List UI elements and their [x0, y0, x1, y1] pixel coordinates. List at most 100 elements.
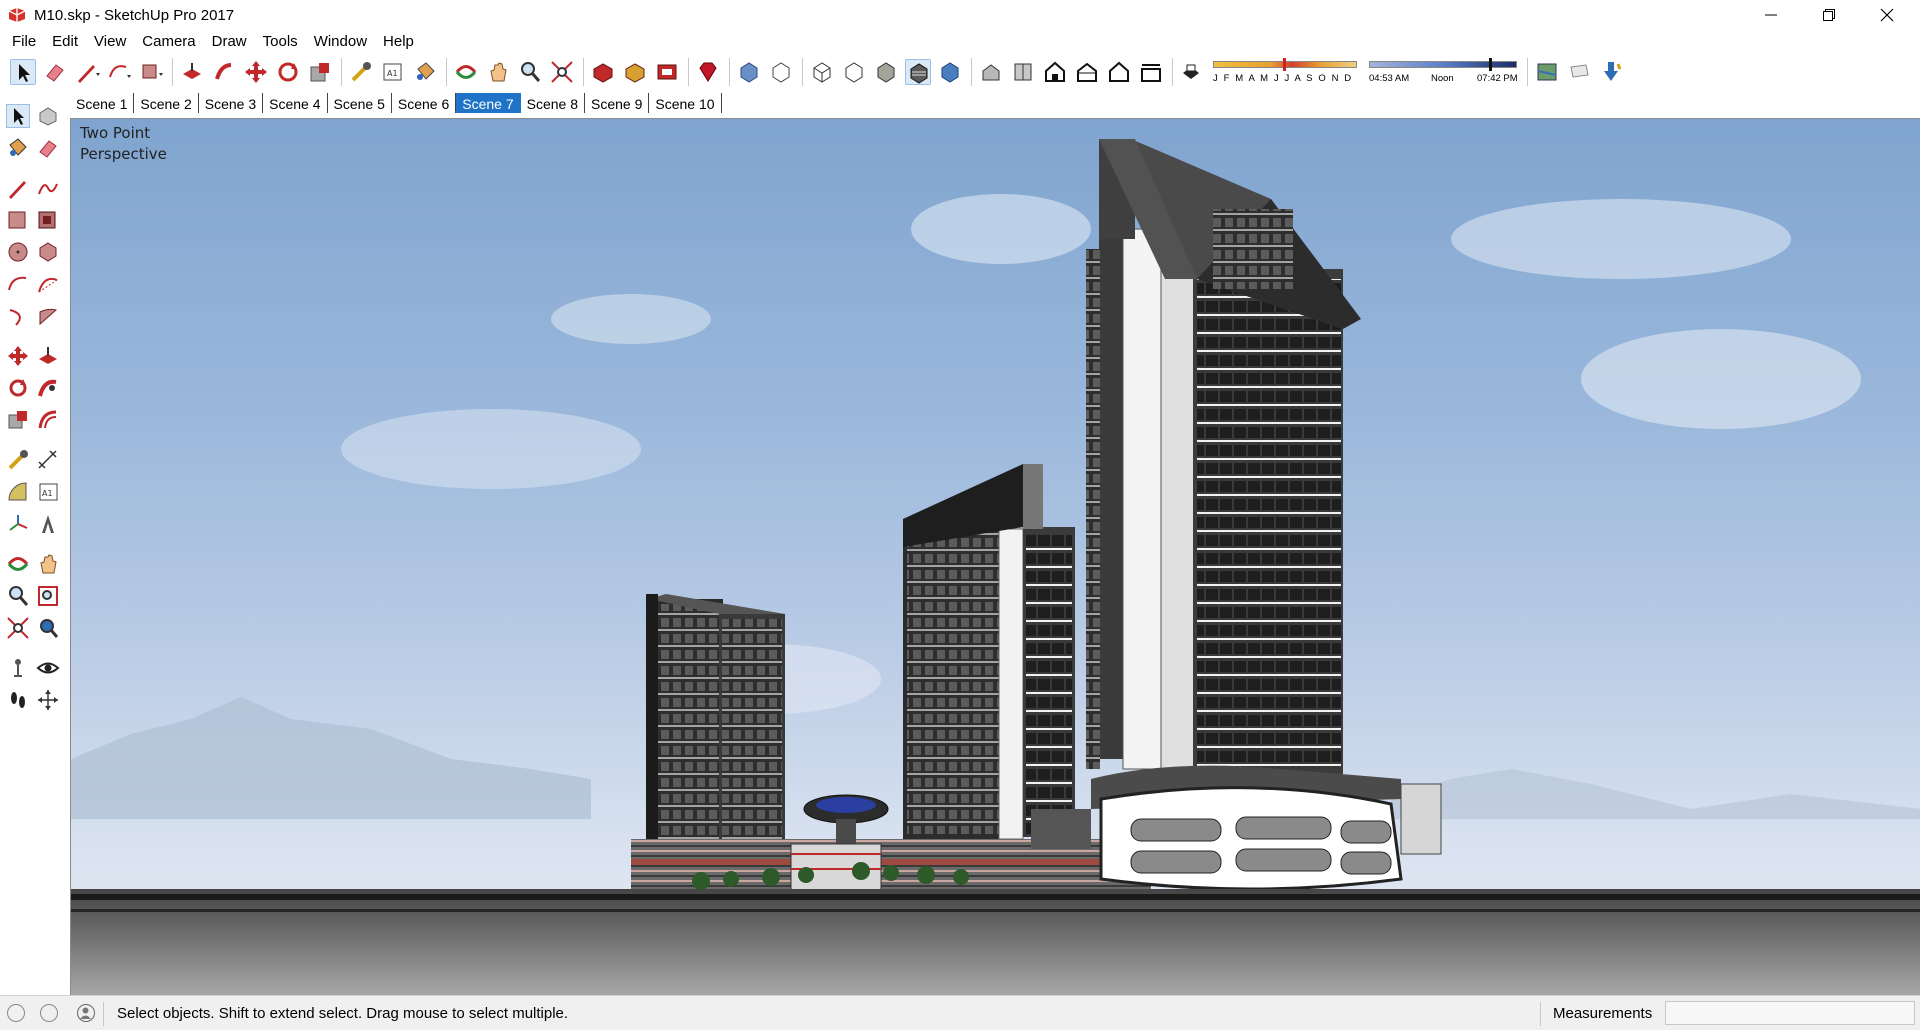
- tab-scene-2[interactable]: Scene 2: [134, 93, 199, 113]
- palette-protractor-button[interactable]: [6, 480, 30, 504]
- palette-zoom-button[interactable]: [6, 584, 30, 608]
- palette-follow-me-button[interactable]: [36, 376, 60, 400]
- menu-view[interactable]: View: [88, 33, 132, 50]
- palette-zoom-window-button[interactable]: [36, 584, 60, 608]
- palette-freehand-button[interactable]: [36, 176, 60, 200]
- menu-window[interactable]: Window: [308, 33, 373, 50]
- right-view-button[interactable]: [1074, 59, 1100, 85]
- back-edges-button[interactable]: [768, 59, 794, 85]
- tab-scene-10[interactable]: Scene 10: [649, 93, 722, 113]
- push-pull-button[interactable]: [179, 59, 205, 85]
- geo-location-button[interactable]: [1534, 59, 1560, 85]
- add-location-button[interactable]: [1566, 59, 1592, 85]
- shaded-style-button[interactable]: [873, 59, 899, 85]
- tab-scene-5[interactable]: Scene 5: [328, 93, 392, 113]
- restore-button[interactable]: [1800, 0, 1858, 30]
- geo-location-icon[interactable]: [7, 1004, 25, 1022]
- line-tool-button[interactable]: [74, 59, 100, 85]
- palette-offset-button[interactable]: [36, 408, 60, 432]
- menu-camera[interactable]: Camera: [136, 33, 201, 50]
- menu-draw[interactable]: Draw: [206, 33, 253, 50]
- menu-edit[interactable]: Edit: [46, 33, 84, 50]
- close-button[interactable]: [1858, 0, 1916, 30]
- menu-tools[interactable]: Tools: [257, 33, 304, 50]
- top-view-button[interactable]: [1010, 59, 1036, 85]
- zoom-extents-button[interactable]: [549, 59, 575, 85]
- credits-info-icon[interactable]: [40, 1004, 58, 1022]
- palette-rotated-rectangle-button[interactable]: [36, 208, 60, 232]
- paint-bucket-button[interactable]: [412, 59, 438, 85]
- time-slider-thumb[interactable]: [1489, 58, 1492, 71]
- palette-circle-button[interactable]: [6, 240, 30, 264]
- palette-make-component-button[interactable]: [36, 104, 60, 128]
- palette-polygon-button[interactable]: [36, 240, 60, 264]
- tab-scene-8[interactable]: Scene 8: [521, 93, 585, 113]
- rotate-tool-button[interactable]: [275, 59, 301, 85]
- palette-move-button[interactable]: [6, 344, 30, 368]
- xray-style-button[interactable]: [736, 59, 762, 85]
- hidden-line-style-button[interactable]: [841, 59, 867, 85]
- palette-walk-button[interactable]: [6, 688, 30, 712]
- left-view-button[interactable]: [1138, 59, 1164, 85]
- palette-push-pull-button[interactable]: [36, 344, 60, 368]
- select-tool-button[interactable]: [10, 59, 36, 85]
- palette-rectangle-button[interactable]: [6, 208, 30, 232]
- move-tool-button[interactable]: [243, 59, 269, 85]
- model-viewport[interactable]: Two Point Perspective: [70, 118, 1920, 995]
- orbit-button[interactable]: [453, 59, 479, 85]
- extension-warehouse-button[interactable]: [654, 59, 680, 85]
- shadow-time-slider[interactable]: 04:53 AM Noon 07:42 PM: [1369, 55, 1519, 89]
- palette-3d-text-button[interactable]: [36, 512, 60, 536]
- photo-textures-button[interactable]: [1598, 59, 1624, 85]
- palette-rotate-button[interactable]: [6, 376, 30, 400]
- shadow-date-slider[interactable]: J F M A M J J A S O N D: [1211, 55, 1359, 89]
- measurements-input[interactable]: [1665, 1001, 1915, 1025]
- front-view-button[interactable]: [1042, 59, 1068, 85]
- arc-tool-button[interactable]: [106, 59, 132, 85]
- share-component-button[interactable]: [622, 59, 648, 85]
- tape-measure-button[interactable]: [348, 59, 374, 85]
- ruby-console-button[interactable]: [695, 59, 721, 85]
- tab-scene-1[interactable]: Scene 1: [70, 93, 135, 113]
- pan-button[interactable]: [485, 59, 511, 85]
- palette-pie-button[interactable]: [36, 304, 60, 328]
- shadows-toggle-button[interactable]: [1179, 59, 1205, 85]
- menu-help[interactable]: Help: [377, 33, 420, 50]
- palette-pan-button[interactable]: [36, 552, 60, 576]
- palette-orbit-button[interactable]: [6, 552, 30, 576]
- shaded-textures-style-button[interactable]: [905, 59, 931, 85]
- palette-tape-measure-button[interactable]: [6, 448, 30, 472]
- date-slider-thumb[interactable]: [1283, 58, 1286, 71]
- minimize-button[interactable]: [1742, 0, 1800, 30]
- palette-dimension-button[interactable]: [36, 448, 60, 472]
- palette-scale-button[interactable]: [6, 408, 30, 432]
- rectangle-tool-button[interactable]: [138, 59, 164, 85]
- iso-view-button[interactable]: [978, 59, 1004, 85]
- palette-arc-button[interactable]: [6, 272, 30, 296]
- palette-three-point-arc-button[interactable]: [6, 304, 30, 328]
- warehouse-button[interactable]: [590, 59, 616, 85]
- palette-section-plane-button[interactable]: [36, 688, 60, 712]
- dimension-button[interactable]: A1: [380, 59, 406, 85]
- palette-axes-button[interactable]: [6, 512, 30, 536]
- scale-tool-button[interactable]: [307, 59, 333, 85]
- tab-scene-6[interactable]: Scene 6: [392, 93, 457, 113]
- palette-two-point-arc-button[interactable]: [36, 272, 60, 296]
- tab-scene-7[interactable]: Scene 7: [456, 93, 521, 113]
- palette-paint-button[interactable]: [6, 136, 30, 160]
- palette-eraser-button[interactable]: [36, 136, 60, 160]
- monochrome-style-button[interactable]: [937, 59, 963, 85]
- back-view-button[interactable]: [1106, 59, 1132, 85]
- wireframe-style-button[interactable]: [809, 59, 835, 85]
- palette-position-camera-button[interactable]: [6, 656, 30, 680]
- palette-previous-view-button[interactable]: [36, 616, 60, 640]
- palette-line-button[interactable]: [6, 176, 30, 200]
- menu-file[interactable]: File: [6, 33, 42, 50]
- user-account-icon[interactable]: [77, 1004, 95, 1022]
- follow-me-button[interactable]: [211, 59, 237, 85]
- palette-look-around-button[interactable]: [36, 656, 60, 680]
- eraser-tool-button[interactable]: [42, 59, 68, 85]
- palette-zoom-extents-button[interactable]: [6, 616, 30, 640]
- tab-scene-9[interactable]: Scene 9: [585, 93, 650, 113]
- palette-text-button[interactable]: A1: [36, 480, 60, 504]
